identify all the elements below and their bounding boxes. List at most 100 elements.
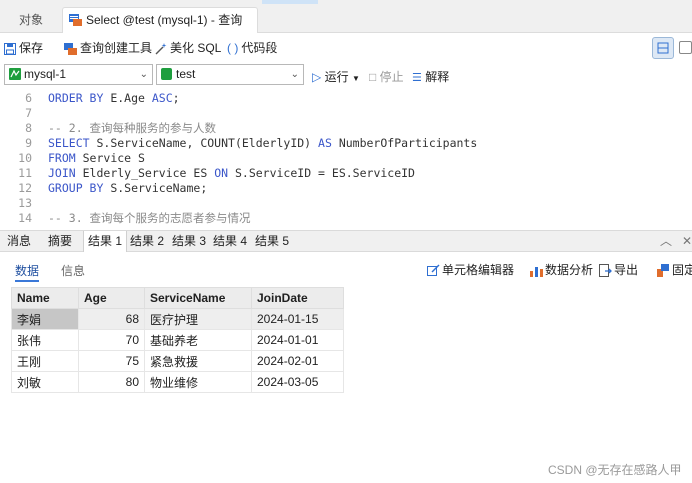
query-builder-button[interactable]: 查询创建工具 bbox=[64, 40, 152, 56]
code-token: -- 2. 查询每种服务的参与人数 bbox=[48, 121, 217, 135]
close-panel-icon[interactable]: ✕ bbox=[682, 231, 692, 252]
grid-cell[interactable]: 张伟 bbox=[11, 329, 79, 351]
grid-cell[interactable]: 基础养老 bbox=[144, 329, 252, 351]
grid-cell[interactable]: 68 bbox=[78, 308, 145, 330]
save-label: 保存 bbox=[19, 41, 44, 55]
result-tab[interactable]: 消息 bbox=[3, 231, 35, 252]
code-line[interactable]: 12 GROUP BY S.ServiceName; bbox=[0, 181, 207, 196]
code-line[interactable]: 7 bbox=[0, 106, 48, 121]
tab-data[interactable]: 数据 bbox=[15, 263, 40, 282]
code-token: JOIN bbox=[48, 166, 83, 180]
table-row[interactable]: 张伟 70 基础养老 2024-01-01 bbox=[11, 329, 344, 351]
split-view-icon bbox=[657, 42, 669, 54]
grid-cell[interactable]: 80 bbox=[78, 371, 145, 393]
database-select[interactable]: test ⌄ bbox=[156, 64, 304, 85]
result-tab[interactable]: 结果 1 bbox=[83, 231, 128, 252]
beautify-sql-label: 美化 SQL bbox=[170, 41, 222, 55]
code-line[interactable]: 11 JOIN Elderly_Service ES ON S.ServiceID… bbox=[0, 166, 415, 181]
code-line[interactable]: 8 -- 2. 查询每种服务的参与人数 bbox=[0, 121, 216, 136]
column-header-name[interactable]: Name bbox=[11, 287, 79, 309]
code-token: SELECT bbox=[48, 136, 97, 150]
export-label: 导出 bbox=[614, 263, 639, 277]
line-number: 10 bbox=[18, 151, 32, 165]
chevron-down-icon: ⌄ bbox=[139, 69, 148, 80]
column-header-joindate[interactable]: JoinDate bbox=[251, 287, 344, 309]
pin-label: 固定 bbox=[672, 263, 692, 277]
result-tab[interactable]: 结果 5 bbox=[251, 231, 293, 252]
data-analysis-button[interactable]: 数据分析 bbox=[530, 262, 593, 278]
run-dropdown-icon[interactable]: ▼ bbox=[352, 74, 360, 83]
stop-button[interactable]: □ 停止 bbox=[369, 68, 404, 85]
database-icon bbox=[161, 68, 172, 80]
query-builder-icon bbox=[64, 43, 77, 55]
database-name: test bbox=[176, 67, 196, 81]
code-token: S.ServiceName, COUNT(ElderlyID) bbox=[96, 136, 319, 150]
run-label: 运行 bbox=[324, 70, 349, 84]
code-token: ; bbox=[172, 91, 180, 105]
line-number: 9 bbox=[25, 136, 32, 150]
grid-cell[interactable]: 医疗护理 bbox=[144, 308, 252, 330]
run-button[interactable]: ▷ 运行 ▼ bbox=[312, 68, 360, 85]
explain-button[interactable]: ☰ 解释 bbox=[412, 68, 449, 85]
stop-label: 停止 bbox=[379, 70, 404, 84]
grid-cell[interactable]: 2024-01-15 bbox=[251, 308, 344, 330]
grid-cell[interactable]: 2024-01-01 bbox=[251, 329, 344, 351]
split-view-button[interactable] bbox=[652, 37, 674, 59]
code-token: S.ServiceID = ES.ServiceID bbox=[234, 166, 415, 180]
save-icon bbox=[4, 43, 16, 55]
code-line[interactable]: 10 FROM Service S bbox=[0, 151, 145, 166]
table-row[interactable]: 刘敏 80 物业维修 2024-03-05 bbox=[11, 371, 344, 393]
result-tab[interactable]: 摘要 bbox=[44, 231, 76, 252]
code-snippet-button[interactable]: ( ) 代码段 bbox=[227, 40, 277, 56]
code-line[interactable]: 9 SELECT S.ServiceName, COUNT(ElderlyID) … bbox=[0, 136, 477, 151]
column-header-age[interactable]: Age bbox=[78, 287, 145, 309]
connection-select[interactable]: mysql-1 ⌄ bbox=[4, 64, 153, 85]
grid-cell[interactable]: 紧急救援 bbox=[144, 350, 252, 372]
tab-info[interactable]: 信息 bbox=[61, 263, 85, 279]
grid-cell[interactable]: 物业维修 bbox=[144, 371, 252, 393]
grid-cell[interactable]: 刘敏 bbox=[11, 371, 79, 393]
result-tab[interactable]: 结果 4 bbox=[209, 231, 251, 252]
result-subtoolbar: 数据 信息 单元格编辑器 数据分析 导出 固定 bbox=[0, 253, 692, 285]
grid-cell[interactable]: 李娟 bbox=[11, 308, 79, 330]
table-row[interactable]: 王刚 75 紧急救援 2024-02-01 bbox=[11, 350, 344, 372]
pin-button[interactable]: 固定 bbox=[657, 262, 692, 278]
table-row[interactable]: 李娟 68 医疗护理 2024-01-15 bbox=[11, 308, 344, 330]
result-tab[interactable]: 结果 3 bbox=[168, 231, 210, 252]
beautify-sql-button[interactable]: 美化 SQL bbox=[155, 40, 221, 56]
explain-icon: ☰ bbox=[412, 72, 422, 84]
code-snippet-label: 代码段 bbox=[241, 41, 278, 55]
code-token: ASC bbox=[151, 91, 173, 105]
export-button[interactable]: 导出 bbox=[599, 262, 638, 278]
query-table-icon bbox=[69, 10, 82, 34]
grid-cell[interactable]: 70 bbox=[78, 329, 145, 351]
data-analysis-label: 数据分析 bbox=[545, 263, 594, 277]
grid-header-row: Name Age ServiceName JoinDate bbox=[11, 287, 344, 309]
stop-icon: □ bbox=[369, 70, 377, 84]
save-button[interactable]: 保存 bbox=[4, 40, 43, 56]
collapse-panel-icon[interactable]: ︿ bbox=[660, 231, 672, 252]
code-line[interactable]: 13 bbox=[0, 196, 48, 211]
sql-editor[interactable]: 6 ORDER BY E.Age ASC; 7 8 -- 2. 查询每种服务的参与人数 9… bbox=[0, 89, 692, 229]
panel-toggle-icon[interactable] bbox=[679, 41, 692, 54]
tab-query-label: Select @test (mysql-1) - 查询 bbox=[86, 13, 243, 27]
cell-editor-label: 单元格编辑器 bbox=[442, 263, 515, 277]
result-tab[interactable]: 结果 2 bbox=[126, 231, 168, 252]
line-number: 8 bbox=[25, 121, 32, 135]
tab-query[interactable]: Select @test (mysql-1) - 查询 bbox=[62, 7, 258, 33]
line-number: 7 bbox=[25, 106, 32, 120]
code-token: AS bbox=[318, 136, 339, 150]
code-line[interactable]: 6 ORDER BY E.Age ASC; bbox=[0, 91, 180, 106]
line-number: 6 bbox=[25, 91, 32, 105]
cell-editor-button[interactable]: 单元格编辑器 bbox=[427, 262, 514, 278]
tab-objects[interactable]: 对象 bbox=[0, 8, 62, 33]
grid-cell[interactable]: 2024-03-05 bbox=[251, 371, 344, 393]
explain-label: 解释 bbox=[425, 70, 450, 84]
document-tab-bar: 对象 Select @test (mysql-1) - 查询 bbox=[0, 0, 692, 33]
grid-cell[interactable]: 2024-02-01 bbox=[251, 350, 344, 372]
grid-cell[interactable]: 王刚 bbox=[11, 350, 79, 372]
code-line[interactable]: 14 -- 3. 查询每个服务的志愿者参与情况 bbox=[0, 211, 250, 226]
column-header-servicename[interactable]: ServiceName bbox=[144, 287, 252, 309]
result-grid: Name Age ServiceName JoinDate 李娟 68 医疗护理… bbox=[11, 287, 344, 393]
grid-cell[interactable]: 75 bbox=[78, 350, 145, 372]
